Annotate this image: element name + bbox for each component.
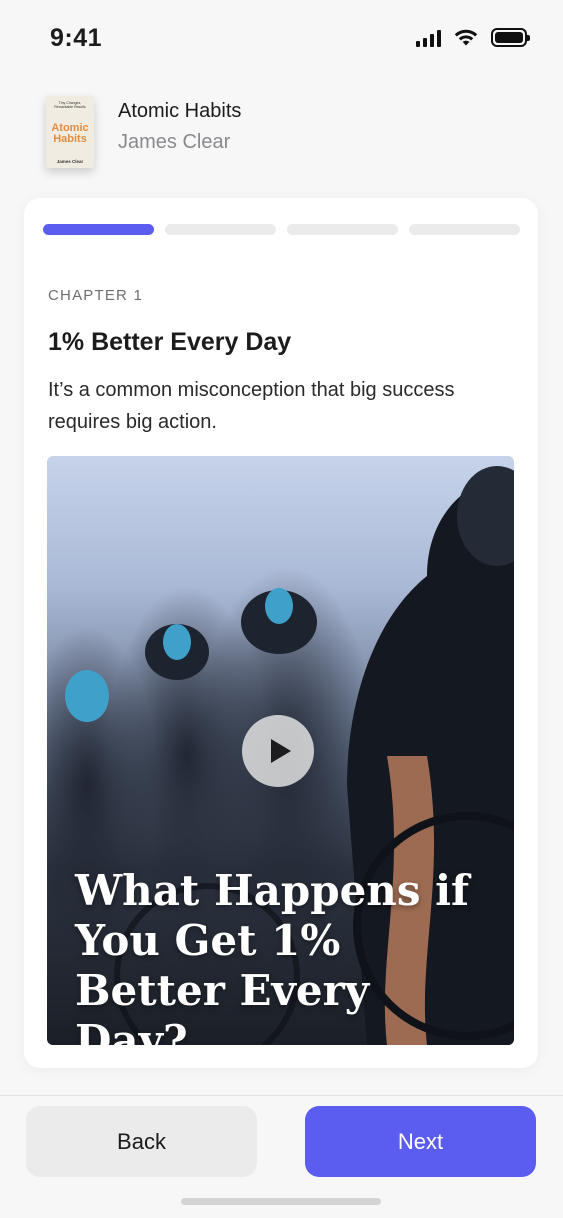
chapter-description: It’s a common misconception that big suc… bbox=[48, 379, 455, 433]
status-time: 9:41 bbox=[50, 24, 103, 52]
cellular-signal-icon bbox=[416, 29, 441, 47]
cover-author: James Clear bbox=[56, 159, 84, 164]
video-player[interactable]: What Happens if You Get 1% Better Every … bbox=[47, 456, 514, 1045]
progress-segment-4 bbox=[409, 224, 520, 235]
wifi-icon bbox=[454, 29, 478, 46]
chapter-label: CHAPTER 1 bbox=[48, 287, 143, 304]
book-cover: Tiny Changes, Remarkable Results Atomic … bbox=[46, 96, 94, 168]
book-header: Tiny Changes, Remarkable Results Atomic … bbox=[46, 96, 241, 168]
book-title: Atomic Habits bbox=[118, 100, 242, 122]
play-icon bbox=[271, 739, 291, 763]
back-button[interactable]: Back bbox=[26, 1106, 257, 1177]
battery-icon bbox=[491, 28, 530, 47]
book-author: James Clear bbox=[118, 131, 231, 153]
cover-tagline: Tiny Changes, Remarkable Results bbox=[54, 101, 86, 109]
chapter-card: CHAPTER 1 1% Better Every Day It’s a com… bbox=[24, 198, 538, 1068]
cover-title: Atomic Habits bbox=[51, 122, 89, 145]
status-bar: 9:41 bbox=[0, 0, 563, 80]
next-button[interactable]: Next bbox=[305, 1106, 536, 1177]
home-indicator[interactable] bbox=[181, 1198, 381, 1205]
progress-segment-2 bbox=[165, 224, 276, 235]
progress-segment-1 bbox=[43, 224, 154, 235]
video-caption: What Happens if You Get 1% Better Every … bbox=[75, 866, 470, 1045]
chapter-title: 1% Better Every Day bbox=[48, 328, 292, 356]
play-button[interactable] bbox=[242, 715, 314, 787]
progress-segment-3 bbox=[287, 224, 398, 235]
book-meta: Atomic Habits James Clear bbox=[118, 96, 241, 154]
status-icons bbox=[416, 28, 530, 47]
progress-indicator bbox=[43, 224, 520, 235]
